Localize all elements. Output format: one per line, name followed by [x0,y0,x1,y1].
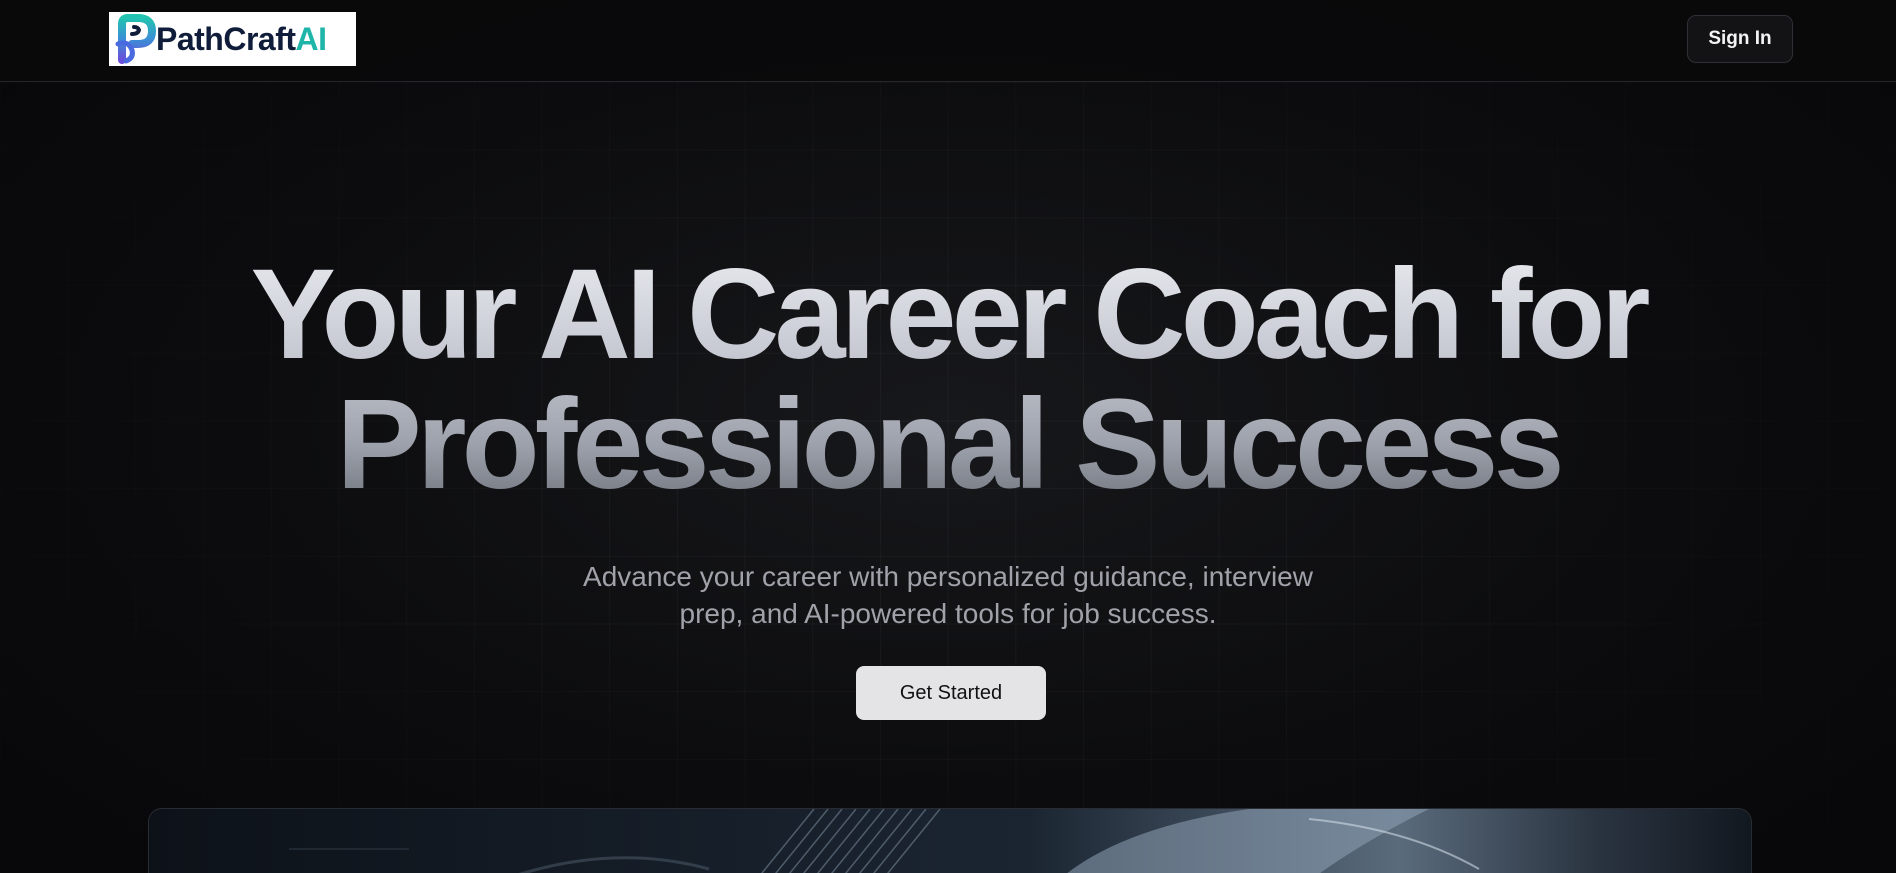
landing-page: PathCraftAI Sign In Your AI Career Coach… [0,0,1896,873]
banner-artwork [149,809,1751,873]
hero-headline-line-1: Your AI Career Coach for [250,243,1646,386]
hero-subtitle: Advance your career with personalized gu… [583,561,1313,629]
get-started-button[interactable]: Get Started [856,666,1046,720]
hero-banner-image [148,808,1752,873]
logo-text-accent: AI [295,21,328,57]
logo-text-main: PathCraft [156,21,296,57]
logo-text: PathCraftAI [156,23,327,55]
logo-link[interactable]: PathCraftAI [109,12,356,66]
sign-in-button[interactable]: Sign In [1687,15,1793,63]
navbar: PathCraftAI Sign In [0,0,1896,82]
hero-headline: Your AI Career Coach for Professional Su… [0,250,1896,510]
pathcraft-p-logo-icon [115,14,156,64]
hero-headline-line-2: Professional Success [336,373,1560,516]
